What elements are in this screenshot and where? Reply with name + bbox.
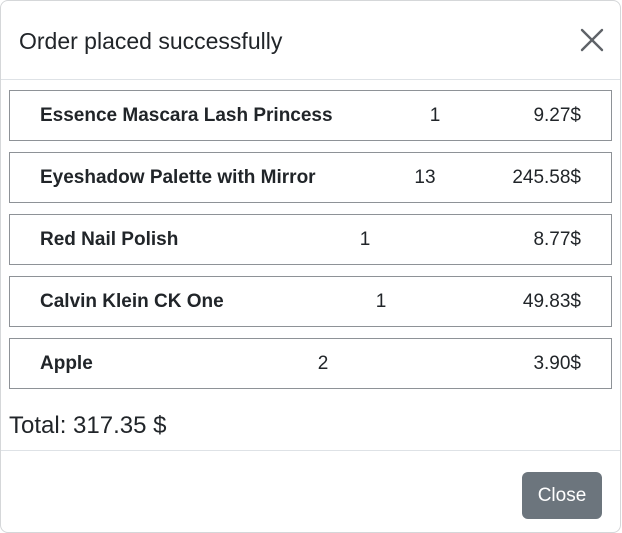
item-name: Apple (40, 353, 93, 374)
item-price: 3.90$ (533, 353, 581, 374)
order-success-modal: Order placed successfully Essence Mascar… (0, 0, 621, 533)
item-quantity: 13 (414, 167, 436, 188)
modal-footer: Close (1, 450, 620, 532)
order-item-row: Eyeshadow Palette with Mirror 13 245.58$ (9, 152, 612, 203)
modal-title: Order placed successfully (19, 28, 283, 54)
order-item-row: Calvin Klein CK One 1 49.83$ (9, 276, 612, 327)
order-item-row: Essence Mascara Lash Princess 1 9.27$ (9, 90, 612, 141)
close-button[interactable]: Close (522, 472, 602, 519)
modal-body: Essence Mascara Lash Princess 1 9.27$ Ey… (1, 80, 620, 450)
modal-header: Order placed successfully (1, 1, 620, 80)
item-name: Essence Mascara Lash Princess (40, 105, 333, 126)
item-name: Red Nail Polish (40, 229, 179, 250)
item-quantity: 1 (359, 229, 371, 250)
item-quantity: 2 (317, 353, 329, 374)
order-item-row: Red Nail Polish 1 8.77$ (9, 214, 612, 265)
item-quantity: 1 (429, 105, 441, 126)
item-name: Eyeshadow Palette with Mirror (40, 167, 316, 188)
item-price: 8.77$ (533, 229, 581, 250)
item-price: 245.58$ (512, 167, 581, 188)
item-price: 49.83$ (522, 291, 581, 312)
close-icon[interactable] (579, 27, 605, 53)
item-name: Calvin Klein CK One (40, 291, 224, 312)
item-price: 9.27$ (533, 105, 581, 126)
order-item-row: Apple 2 3.90$ (9, 338, 612, 389)
order-total: Total: 317.35 $ (9, 412, 167, 439)
item-quantity: 1 (375, 291, 387, 312)
